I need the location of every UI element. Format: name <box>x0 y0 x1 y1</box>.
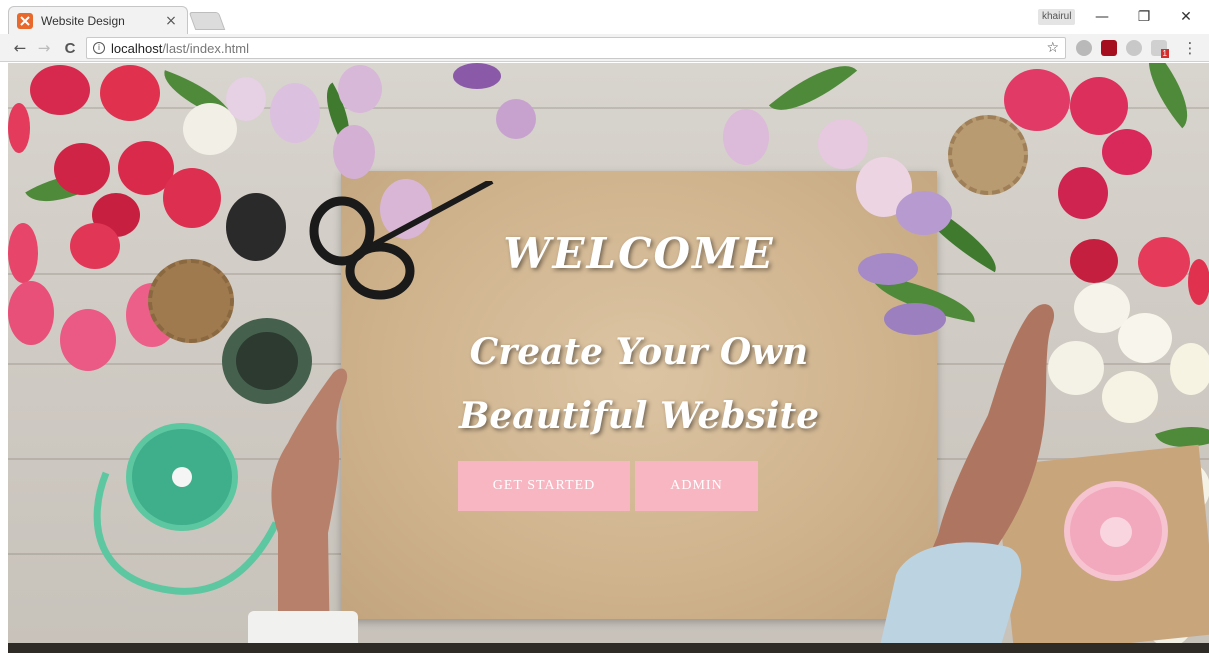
tab-close-icon[interactable]: × <box>163 13 179 29</box>
hero-title-line-1: Create Your Own <box>469 331 809 373</box>
forward-button[interactable]: → <box>34 38 54 58</box>
twine-spool <box>948 115 1028 195</box>
lilac-tulip-flower <box>226 77 266 121</box>
tab-strip: Website Design × khairul — ❐ ✕ <box>0 0 1209 34</box>
tulip-flower <box>1138 237 1190 287</box>
purple-tulip-flower <box>453 63 501 89</box>
page-viewport: WELCOME Create Your Own Beautiful Websit… <box>8 63 1209 653</box>
leaf-decoration <box>1130 63 1206 129</box>
tulip-flower <box>8 223 38 283</box>
tulip-flower <box>1070 77 1128 135</box>
welcome-heading: WELCOME <box>503 229 775 278</box>
tulip-flower <box>1102 129 1152 175</box>
url-host: localhost <box>111 40 163 56</box>
white-tulip-flower <box>1170 343 1209 395</box>
tulip-flower <box>1188 259 1209 305</box>
reload-button[interactable]: C <box>60 38 80 58</box>
bookmark-star-icon[interactable]: ☆ <box>1046 40 1059 56</box>
tulip-flower <box>1058 167 1108 219</box>
back-button[interactable]: ← <box>10 38 30 58</box>
info-icon[interactable]: i <box>93 42 105 54</box>
pink-ribbon-spool <box>1064 481 1168 581</box>
url-text: localhost/last/index.html <box>111 41 249 56</box>
ink-jar <box>226 193 286 261</box>
white-tulip-flower <box>1102 371 1158 423</box>
close-window-button[interactable]: ✕ <box>1166 4 1206 30</box>
tulip-flower <box>70 223 120 269</box>
profile-button[interactable]: khairul <box>1038 9 1076 25</box>
tulip-flower <box>8 281 54 345</box>
tulip-flower <box>8 103 30 153</box>
tulip-flower <box>54 143 110 195</box>
tulip-flower <box>1004 69 1070 131</box>
url-path: /last/index.html <box>162 40 250 56</box>
white-tulip-flower <box>1118 313 1172 363</box>
maximize-button[interactable]: ❐ <box>1124 4 1164 30</box>
lilac-tulip-flower <box>723 109 769 165</box>
tulip-flower <box>100 65 160 121</box>
extension-gray-icon[interactable] <box>1076 40 1092 56</box>
extension-badge: 1 <box>1160 49 1169 58</box>
tulip-flower <box>30 65 90 115</box>
lilac-tulip-flower <box>270 83 320 143</box>
admin-button[interactable]: ADMIN <box>635 461 758 511</box>
tulip-flower <box>60 309 116 371</box>
xampp-favicon-icon <box>17 12 33 29</box>
page-bottom-strip <box>8 643 1209 653</box>
tulip-flower <box>163 168 221 228</box>
tulip-flower <box>1070 239 1118 283</box>
lilac-tulip-flower <box>338 65 382 113</box>
browser-tab[interactable]: Website Design × <box>8 6 188 34</box>
hero-title-line-2: Beautiful Website <box>458 395 820 437</box>
ublock-shield-icon[interactable] <box>1101 40 1117 56</box>
extension-filter-icon[interactable]: 1 <box>1151 40 1169 58</box>
extension-cloud-icon[interactable] <box>1126 40 1142 56</box>
twine-spool <box>148 259 234 343</box>
browser-toolbar: ← → C i localhost/last/index.html ☆ 1 ⋮ <box>0 34 1209 62</box>
address-bar[interactable]: i localhost/last/index.html ☆ <box>86 37 1066 59</box>
lilac-tulip-flower <box>496 99 536 139</box>
get-started-button[interactable]: GET STARTED <box>458 461 630 511</box>
chrome-menu-icon[interactable]: ⋮ <box>1180 38 1200 58</box>
tab-title: Website Design <box>41 13 125 28</box>
lilac-tulip-flower <box>818 119 868 169</box>
minimize-button[interactable]: — <box>1082 4 1122 30</box>
new-tab-button[interactable] <box>188 12 226 30</box>
lilac-tulip-flower <box>333 125 375 179</box>
